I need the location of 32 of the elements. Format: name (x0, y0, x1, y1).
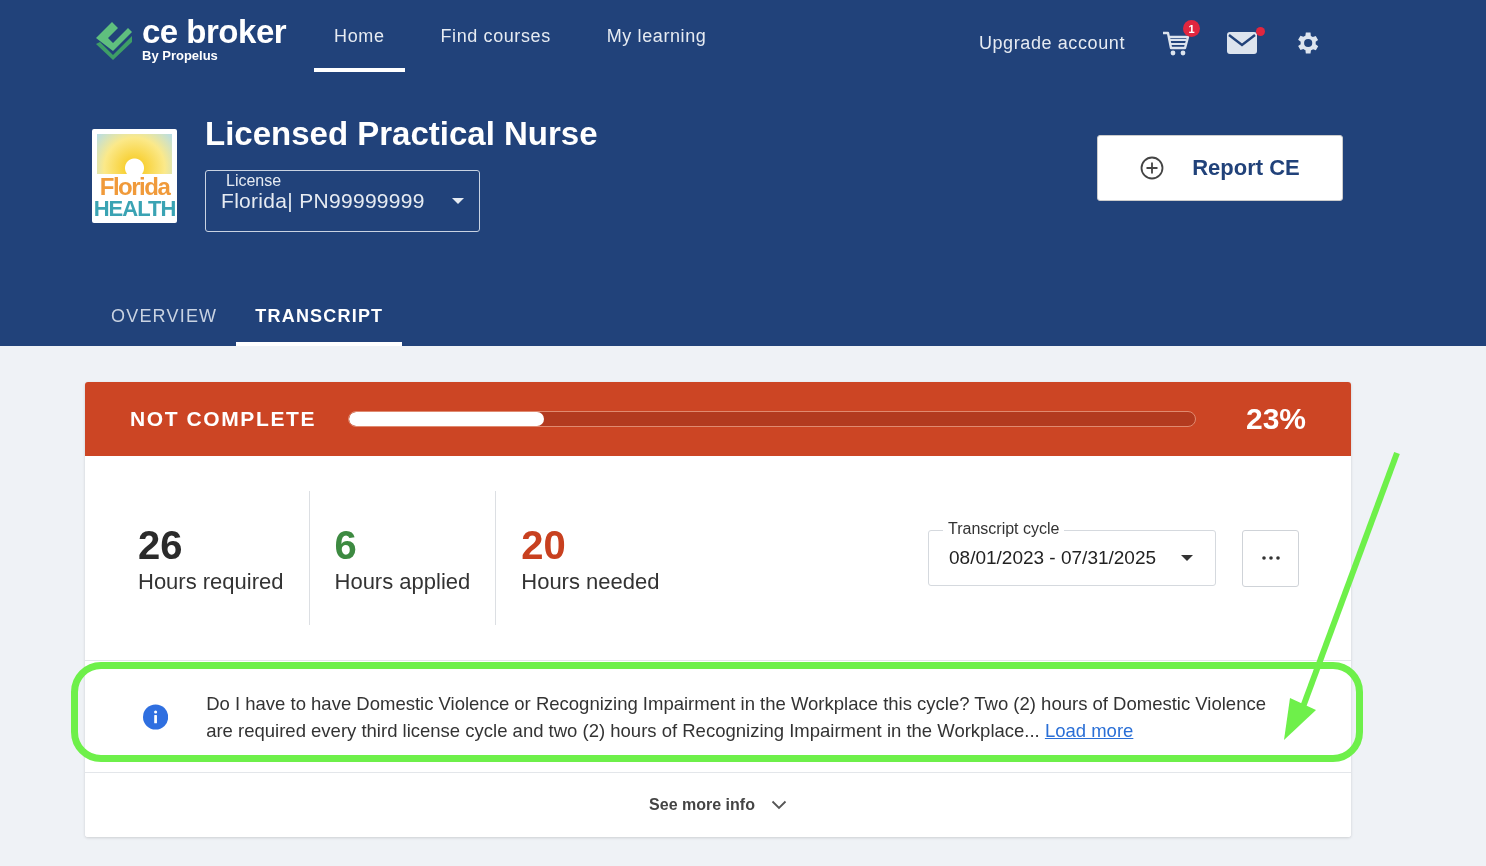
field-label: Transcript cycle (943, 520, 1065, 538)
brand-name: ce broker (142, 16, 287, 48)
progress-percent: 23% (1245, 402, 1306, 436)
load-more-link[interactable]: Load more (1044, 719, 1134, 741)
license-title: Licensed Practical Nurse (205, 114, 598, 154)
status-label: NOT COMPLETE (130, 407, 317, 431)
see-more-info-button[interactable]: See more info (85, 773, 1351, 837)
upgrade-link[interactable]: Upgrade account (978, 32, 1125, 54)
stat-label: Hours applied (334, 569, 471, 595)
plus-circle-icon (1140, 156, 1165, 180)
tab[interactable]: TRANSCRIPT (236, 290, 403, 346)
stat-label: Hours needed (521, 569, 660, 595)
caret-icon (452, 198, 464, 204)
brand-byline: By Propelus (142, 48, 219, 64)
logo-text: HEALTH (93, 198, 176, 220)
nav-link[interactable]: My learning (586, 0, 727, 72)
field-value: Florida| PN99999999 (221, 189, 425, 213)
ellipsis-icon (1261, 556, 1280, 560)
tab[interactable]: OVERVIEW (92, 290, 237, 346)
nav-link[interactable]: Find courses (420, 0, 571, 72)
stat-label: Hours required (138, 569, 284, 595)
stat-value: 20 (521, 522, 567, 569)
nav-link[interactable]: Home (314, 0, 405, 72)
caret-icon (1181, 555, 1193, 561)
cart-count-badge: 1 (1183, 20, 1200, 37)
chevron-down-icon (770, 800, 787, 810)
mail-icon[interactable] (1227, 32, 1257, 54)
field-value: 08/01/2023 - 07/31/2025 (949, 547, 1157, 569)
stat-value: 6 (334, 522, 358, 569)
stat-value: 26 (138, 522, 184, 569)
logo-text: Florida (99, 176, 170, 198)
report-ce-button[interactable]: Report CE (1097, 135, 1343, 201)
